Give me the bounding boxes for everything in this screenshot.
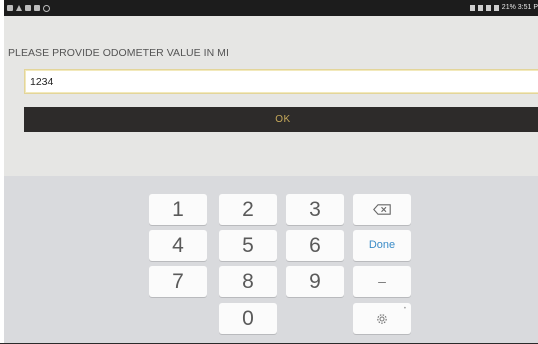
- odometer-input[interactable]: [24, 69, 538, 94]
- done-key[interactable]: Done: [353, 230, 411, 261]
- settings-icon: [353, 303, 411, 334]
- key-4[interactable]: 4: [149, 230, 207, 261]
- odometer-prompt: PLEASE PROVIDE ODOMETER VALUE IN MI: [8, 47, 229, 59]
- status-time: 21% 3:51 P: [501, 4, 538, 11]
- settings-indicator-dot: •: [403, 306, 406, 312]
- location-icon: [469, 5, 475, 11]
- notification-icon: [7, 5, 13, 11]
- screen: 21% 3:51 P PLEASE PROVIDE ODOMETER VALUE…: [4, 0, 538, 343]
- app-content: PLEASE PROVIDE ODOMETER VALUE IN MI: [4, 16, 538, 192]
- numeric-keyboard: 1 2 3 4 5 6 Done 7 8 9 – 0 •: [4, 176, 538, 343]
- key-0[interactable]: 0: [219, 303, 277, 334]
- signal-icon: [485, 5, 491, 11]
- status-left-icons: [7, 0, 50, 16]
- bluetooth-icon: [477, 5, 483, 11]
- settings-key[interactable]: •: [353, 303, 411, 334]
- backspace-icon: [353, 194, 411, 225]
- key-1[interactable]: 1: [149, 194, 207, 225]
- key-6[interactable]: 6: [286, 230, 344, 261]
- minus-key[interactable]: –: [353, 266, 411, 297]
- key-9[interactable]: 9: [286, 266, 344, 297]
- key-5[interactable]: 5: [219, 230, 277, 261]
- sync-icon: [43, 4, 50, 12]
- backspace-key[interactable]: [353, 194, 411, 225]
- key-7[interactable]: 7: [149, 266, 207, 297]
- cast-icon: [34, 5, 40, 11]
- ok-button[interactable]: OK: [24, 107, 538, 132]
- key-3[interactable]: 3: [286, 194, 344, 225]
- status-bar: 21% 3:51 P: [4, 0, 538, 16]
- key-8[interactable]: 8: [219, 266, 277, 297]
- status-right: 21% 3:51 P: [469, 0, 538, 16]
- image-icon: [25, 5, 31, 11]
- warning-icon: [16, 5, 22, 11]
- battery-icon: [493, 5, 499, 11]
- key-2[interactable]: 2: [219, 194, 277, 225]
